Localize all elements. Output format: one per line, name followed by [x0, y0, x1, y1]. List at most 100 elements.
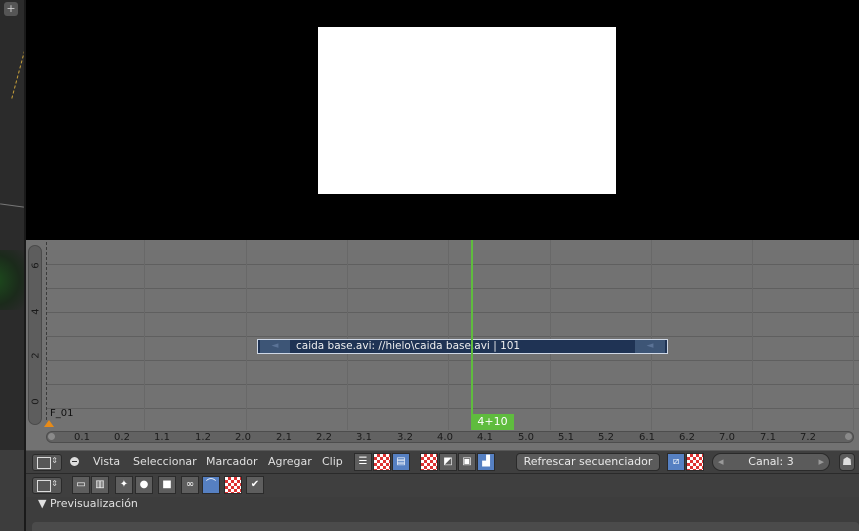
current-frame-indicator[interactable]: 4+10 — [471, 414, 514, 430]
playhead-line[interactable] — [471, 240, 473, 430]
panel-content — [32, 522, 859, 531]
histogram-icon[interactable]: ▟ — [477, 453, 495, 471]
time-tick: 7.2 — [800, 432, 816, 443]
scene-tab-icon[interactable]: ✦ — [115, 476, 133, 494]
menu-vista[interactable]: Vista — [93, 455, 120, 468]
sequencer-editor-icon — [37, 457, 51, 469]
channel-field[interactable]: ◂ Canal: 3 ▸ — [712, 453, 830, 471]
panel-title: Previsualización — [49, 497, 138, 510]
grid-line — [0, 203, 24, 208]
time-tick: 1.1 — [154, 432, 170, 443]
time-tick: 2.2 — [316, 432, 332, 443]
preview-frame — [318, 27, 616, 194]
texture-tab-icon[interactable] — [224, 476, 242, 494]
channel-line — [46, 336, 859, 337]
time-tick: 5.0 — [518, 432, 534, 443]
time-tick: 6.2 — [679, 432, 695, 443]
collapse-menu-icon[interactable] — [70, 457, 79, 466]
time-tick: 2.0 — [235, 432, 251, 443]
editor-type-button[interactable]: ⇕ — [32, 454, 62, 471]
time-tick: 7.0 — [719, 432, 735, 443]
menu-seleccionar[interactable]: Seleccionar — [133, 455, 197, 468]
luma-waveform-icon[interactable]: ◩ — [439, 453, 457, 471]
strip-label: caida base.avi: //hielo\caida base.avi |… — [296, 340, 521, 352]
constraints-tab-icon[interactable]: ∞ — [181, 476, 199, 494]
time-tick: 4.0 — [437, 432, 453, 443]
channel-value: Canal: 3 — [748, 455, 794, 468]
frame-grid-line — [853, 240, 854, 430]
particles-tab-icon[interactable]: ✔ — [246, 476, 264, 494]
channel-line — [46, 264, 859, 265]
time-tick: 6.1 — [639, 432, 655, 443]
vertical-scrollbar[interactable]: 6 4 2 0 — [28, 245, 42, 425]
channel-tick: 0 — [30, 398, 42, 405]
menu-clip[interactable]: Clip — [322, 455, 343, 468]
channel-tick: 2 — [30, 352, 42, 359]
chevron-updown-icon: ⇕ — [51, 456, 58, 465]
channel-tick: 6 — [30, 262, 42, 269]
channel-decrement-icon[interactable]: ◂ — [718, 454, 724, 470]
panel-header-previsualizacion[interactable]: ▼ Previsualización — [38, 497, 138, 510]
time-tick: 5.1 — [558, 432, 574, 443]
3d-viewport-strip: + — [0, 0, 24, 450]
channel-line — [46, 384, 859, 385]
start-frame-line — [46, 242, 47, 420]
frame-grid-line — [246, 240, 247, 430]
frame-grid-line — [347, 240, 348, 430]
safe-areas-icon[interactable] — [686, 453, 704, 471]
time-tick: 2.1 — [276, 432, 292, 443]
frame-grid-line — [752, 240, 753, 430]
object-tab-icon[interactable]: ■ — [158, 476, 176, 494]
channel-line — [46, 360, 859, 361]
properties-editor-icon — [37, 480, 51, 492]
properties-header: ⇕ ▭ ▥ ✦ ● ■ ∞ ⌒ ✔ — [26, 473, 859, 498]
menu-marcador[interactable]: Marcador — [206, 455, 258, 468]
chevron-updown-icon: ⇕ — [51, 479, 58, 488]
sequencer-timeline[interactable]: 6 4 2 0 F_01 ◄ caida base.avi: //hielo\c… — [26, 240, 859, 450]
frame-grid-line — [550, 240, 551, 430]
panel-collapse-icon[interactable]: ▼ — [38, 497, 46, 510]
add-region-icon[interactable]: + — [4, 2, 18, 16]
ghost-icon[interactable]: ☗ — [839, 453, 855, 471]
green-object — [0, 250, 24, 310]
modifiers-tab-icon[interactable]: ⌒ — [202, 476, 220, 494]
scroll-left-handle[interactable] — [48, 433, 55, 440]
editor-type-button[interactable]: ⇕ — [32, 477, 62, 494]
movie-strip[interactable]: ◄ caida base.avi: //hielo\caida base.avi… — [257, 339, 668, 354]
display-image-icon[interactable] — [420, 453, 438, 471]
time-tick: 5.2 — [598, 432, 614, 443]
frame-grid-line — [651, 240, 652, 430]
sequencer-header: ⇕ Vista Seleccionar Marcador Agregar Cli… — [26, 450, 859, 474]
sequencer-view-icon[interactable]: ☰ — [354, 453, 372, 471]
scroll-right-handle[interactable] — [845, 433, 852, 440]
channel-line — [46, 288, 859, 289]
world-tab-icon[interactable]: ● — [135, 476, 153, 494]
time-tick: 7.1 — [760, 432, 776, 443]
channel-line — [46, 408, 859, 409]
time-tick: 0.1 — [74, 432, 90, 443]
channel-line — [46, 312, 859, 313]
render-tab-icon[interactable]: ▭ — [72, 476, 90, 494]
strip-left-handle[interactable]: ◄ — [260, 340, 290, 353]
frame-grid-line — [144, 240, 145, 430]
marker-label: F_01 — [50, 408, 74, 419]
sequencer-preview-view-icon[interactable]: ▤ — [392, 453, 410, 471]
time-tick: 3.2 — [397, 432, 413, 443]
channel-tick: 4 — [30, 308, 42, 315]
properties-panel: ▼ Previsualización — [26, 497, 859, 531]
strip-right-handle[interactable]: ◄ — [635, 340, 665, 353]
overlay-toggle-icon[interactable]: ⧄ — [667, 453, 685, 471]
time-tick: 1.2 — [195, 432, 211, 443]
marker-icon[interactable] — [44, 420, 54, 427]
menu-agregar[interactable]: Agregar — [268, 455, 312, 468]
dashed-line — [11, 40, 24, 100]
refresh-sequencer-button[interactable]: Refrescar secuenciador — [516, 453, 660, 471]
preview-view-icon[interactable] — [373, 453, 391, 471]
render-layers-tab-icon[interactable]: ▥ — [91, 476, 109, 494]
frame-grid-line — [448, 240, 449, 430]
sequencer-preview — [26, 0, 859, 240]
time-tick: 4.1 — [477, 432, 493, 443]
time-tick: 0.2 — [114, 432, 130, 443]
vectorscope-icon[interactable]: ▣ — [458, 453, 476, 471]
channel-increment-icon[interactable]: ▸ — [818, 454, 824, 470]
